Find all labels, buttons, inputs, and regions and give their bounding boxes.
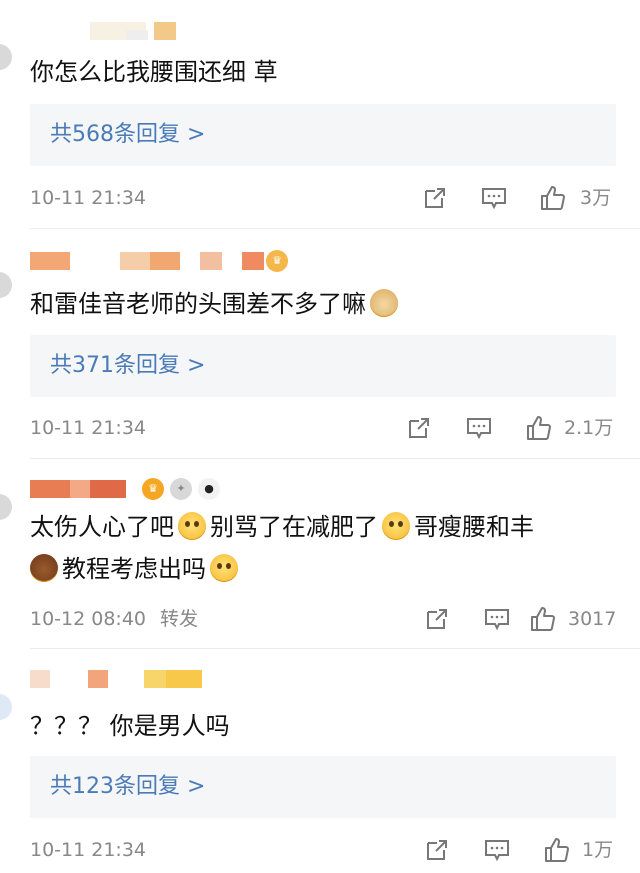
avatar[interactable] — [0, 44, 12, 70]
doge-emoji-icon — [370, 289, 398, 317]
like-icon[interactable] — [544, 837, 570, 863]
replies-label[interactable]: 共123条回复 > — [50, 756, 205, 818]
like-count: 2.1万 — [564, 417, 614, 439]
share-icon[interactable] — [424, 837, 450, 863]
like-count: 3万 — [580, 187, 612, 209]
share-icon[interactable] — [422, 185, 448, 211]
like-count: 3017 — [568, 608, 617, 630]
like-icon[interactable] — [530, 606, 556, 632]
shocked-face-emoji-icon — [210, 554, 238, 582]
share-icon[interactable] — [406, 415, 432, 441]
username-blurred[interactable]: ♛ ✦ ● — [30, 478, 230, 500]
like-icon[interactable] — [526, 415, 552, 441]
replies-label[interactable]: 共568条回复 > — [50, 104, 205, 166]
comment-icon[interactable] — [484, 837, 510, 863]
avatar[interactable] — [0, 494, 12, 520]
username-blurred[interactable]: ♛ — [30, 250, 300, 272]
comment-icon[interactable] — [484, 606, 510, 632]
replies-label[interactable]: 共371条回复 > — [50, 335, 205, 397]
sad-face-emoji-icon — [178, 512, 206, 540]
divider — [30, 648, 640, 649]
comment-text: 和雷佳音老师的头围差不多了嘛 — [30, 284, 616, 324]
comment-icon[interactable] — [481, 185, 507, 211]
avatar[interactable] — [0, 272, 12, 298]
share-icon[interactable] — [424, 606, 450, 632]
username-blurred[interactable] — [30, 670, 210, 690]
vip-badge-icon: ♛ — [142, 478, 164, 500]
replies-link[interactable]: 共123条回复 > — [30, 756, 616, 818]
replies-link[interactable]: 共568条回复 > — [30, 104, 616, 166]
medal-badge-icon: ✦ — [170, 478, 192, 500]
sad-face-emoji-icon — [382, 512, 410, 540]
comment-icon[interactable] — [466, 415, 492, 441]
crown-badge-icon: ♛ — [266, 250, 288, 272]
comment-text: 你怎么比我腰围还细 草 — [30, 58, 278, 86]
like-count: 1万 — [582, 839, 614, 861]
panda-badge-icon: ● — [198, 478, 220, 500]
replies-link[interactable]: 共371条回复 > — [30, 335, 616, 397]
comment-text: 太伤人心了吧 别骂了在减肥了 哥瘦腰和丰 教程考虑出吗 — [30, 512, 534, 583]
divider — [30, 228, 640, 229]
bear-emoji-icon — [30, 554, 58, 582]
comment-text: ？？？ 你是男人吗 — [30, 712, 230, 740]
divider — [30, 458, 640, 459]
like-icon[interactable] — [540, 185, 566, 211]
avatar[interactable] — [0, 694, 12, 720]
username-blurred[interactable] — [30, 22, 176, 42]
